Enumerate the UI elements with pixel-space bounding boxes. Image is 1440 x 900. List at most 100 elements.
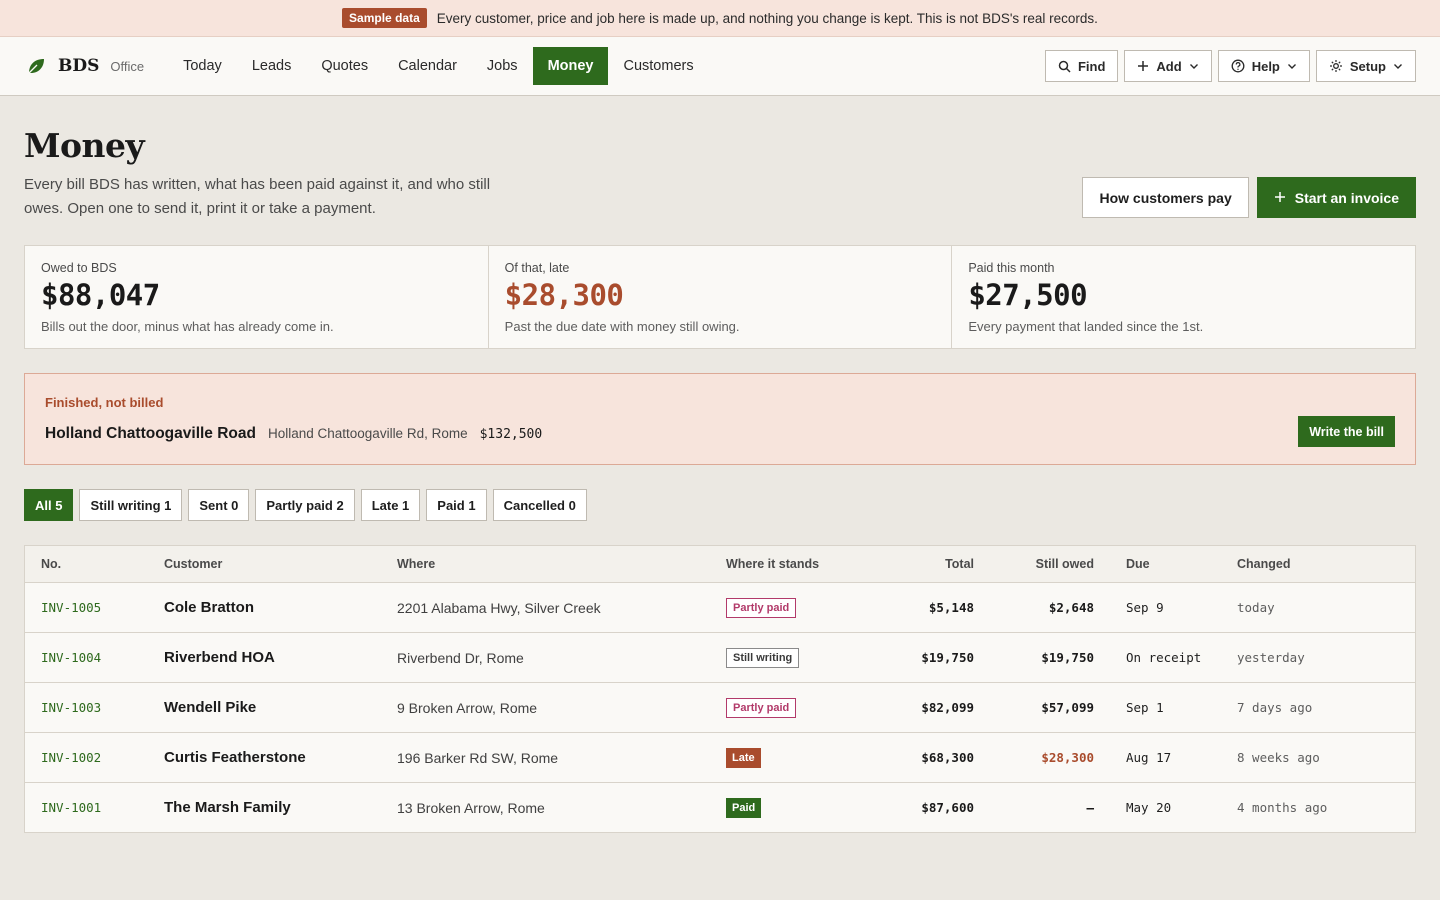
stat-note: Bills out the door, minus what has alrea…	[41, 319, 334, 334]
start-invoice-button[interactable]: Start an invoice	[1256, 177, 1416, 218]
table-header: No. Customer Where Where it stands Total…	[25, 546, 1415, 582]
col-customer[interactable]: Customer	[164, 557, 397, 571]
setup-label: Setup	[1349, 58, 1386, 74]
col-due[interactable]: Due	[1094, 557, 1237, 571]
chevron-down-icon	[1189, 61, 1199, 71]
status-cell: Partly paid	[726, 597, 866, 618]
find-button[interactable]: Find	[1044, 50, 1119, 82]
customer-name: Riverbend HOA	[164, 649, 275, 666]
unbilled-address: Holland Chattoogaville Rd, Rome	[267, 425, 468, 441]
col-where-it-stands[interactable]: Where it stands	[726, 557, 866, 571]
leaf-icon	[26, 56, 46, 76]
top-navigation-bar: BDS Office Today Leads Quotes Calendar J…	[0, 37, 1440, 96]
help-button[interactable]: Help	[1217, 50, 1310, 82]
page-header: Money Every bill BDS has written, what h…	[0, 96, 1440, 221]
main-nav: Today Leads Quotes Calendar Jobs Money C…	[168, 47, 708, 85]
toolbar: Find Add Help Setup	[1044, 50, 1416, 82]
col-total[interactable]: Total	[866, 557, 974, 571]
status-badge: Late	[726, 747, 761, 768]
nav-jobs[interactable]: Jobs	[472, 47, 533, 85]
customer-name: Cole Bratton	[164, 599, 254, 616]
invoice-number[interactable]: INV-1004	[25, 650, 164, 665]
job-address: 13 Broken Arrow, Rome	[397, 799, 545, 816]
plus-icon	[1274, 190, 1286, 206]
customer-name: Wendell Pike	[164, 699, 257, 716]
still-owed: $2,648	[1048, 600, 1094, 615]
invoice-number[interactable]: INV-1003	[25, 700, 164, 715]
status-cell: Partly paid	[726, 697, 866, 718]
table-row[interactable]: INV-1001 The Marsh Family 13 Broken Arro…	[25, 782, 1415, 832]
changed-time: yesterday	[1237, 650, 1305, 665]
status-cell: Still writing	[726, 647, 866, 668]
job-address: Riverbend Dr, Rome	[397, 649, 524, 666]
stat-note: Every payment that landed since the 1st.	[968, 319, 1204, 334]
status-cell: Late	[726, 747, 866, 768]
filter-all[interactable]: All 5	[24, 489, 74, 521]
table-row[interactable]: INV-1004 Riverbend HOA Riverbend Dr, Rom…	[25, 632, 1415, 682]
filter-still-writing[interactable]: Still writing 1	[79, 489, 183, 521]
add-label: Add	[1156, 58, 1182, 74]
unbilled-kicker: Finished, not billed	[45, 394, 164, 410]
chevron-down-icon	[1287, 61, 1297, 71]
stat-label: Of that, late	[504, 261, 570, 275]
invoice-number[interactable]: INV-1002	[25, 750, 164, 765]
due-date: May 20	[1126, 800, 1172, 815]
help-circle-icon	[1231, 59, 1245, 73]
sample-data-tag: Sample data	[342, 8, 427, 28]
filter-paid[interactable]: Paid 1	[426, 489, 487, 521]
search-icon	[1058, 60, 1071, 73]
invoice-number[interactable]: INV-1001	[25, 800, 164, 815]
table-row[interactable]: INV-1002 Curtis Featherstone 196 Barker …	[25, 732, 1415, 782]
page-intro: Every bill BDS has written, what has bee…	[24, 176, 491, 217]
brand[interactable]: BDS Office	[26, 56, 144, 76]
invoice-total: $68,300	[921, 750, 974, 765]
col-no[interactable]: No.	[25, 557, 164, 571]
write-bill-button[interactable]: Write the bill	[1298, 416, 1395, 447]
filter-partly-paid[interactable]: Partly paid 2	[255, 489, 355, 521]
job-address: 196 Barker Rd SW, Rome	[397, 749, 559, 766]
still-owed: $19,750	[1041, 650, 1094, 665]
filter-late[interactable]: Late 1	[360, 489, 421, 521]
stat-late: Of that, late $28,300 Past the due date …	[489, 246, 953, 348]
add-button[interactable]: Add	[1124, 50, 1212, 82]
nav-customers[interactable]: Customers	[608, 47, 708, 85]
table-row[interactable]: INV-1005 Cole Bratton 2201 Alabama Hwy, …	[25, 582, 1415, 632]
status-badge: Partly paid	[726, 697, 797, 718]
invoice-total: $5,148	[928, 600, 974, 615]
stat-label: Owed to BDS	[41, 261, 117, 275]
nav-leads[interactable]: Leads	[237, 47, 307, 85]
job-address: 9 Broken Arrow, Rome	[397, 699, 538, 716]
setup-button[interactable]: Setup	[1315, 50, 1416, 82]
summary-stats: Owed to BDS $88,047 Bills out the door, …	[24, 245, 1416, 349]
plus-icon	[1137, 60, 1149, 72]
col-where[interactable]: Where	[397, 557, 726, 571]
nav-calendar[interactable]: Calendar	[383, 47, 472, 85]
due-date: Sep 1	[1126, 700, 1164, 715]
stat-label: Paid this month	[968, 261, 1055, 275]
gear-icon	[1329, 59, 1343, 73]
filter-sent[interactable]: Sent 0	[188, 489, 250, 521]
invoice-total: $82,099	[921, 700, 974, 715]
status-badge: Still writing	[726, 647, 800, 668]
nav-money[interactable]: Money	[532, 47, 609, 85]
filter-cancelled[interactable]: Cancelled 0	[492, 489, 587, 521]
col-changed[interactable]: Changed	[1237, 557, 1415, 571]
table-row[interactable]: INV-1003 Wendell Pike 9 Broken Arrow, Ro…	[25, 682, 1415, 732]
changed-time: 4 months ago	[1237, 800, 1328, 815]
invoice-number[interactable]: INV-1005	[25, 600, 164, 615]
stat-value: $27,500	[968, 278, 1088, 312]
customer-name: The Marsh Family	[164, 799, 291, 816]
stat-value: $28,300	[504, 278, 624, 312]
changed-time: 7 days ago	[1237, 700, 1313, 715]
status-badge: Paid	[726, 797, 762, 818]
due-date: Aug 17	[1126, 750, 1172, 765]
stat-note: Past the due date with money still owing…	[504, 319, 740, 334]
nav-today[interactable]: Today	[168, 47, 237, 85]
sample-data-banner: Sample data Every customer, price and jo…	[0, 0, 1440, 37]
stat-value: $88,047	[41, 278, 160, 312]
nav-quotes[interactable]: Quotes	[306, 47, 383, 85]
how-customers-pay-button[interactable]: How customers pay	[1082, 177, 1249, 218]
unbilled-job-name[interactable]: Holland Chattoogaville Road	[45, 425, 256, 443]
status-badge: Partly paid	[726, 597, 797, 618]
col-still-owed[interactable]: Still owed	[974, 557, 1094, 571]
